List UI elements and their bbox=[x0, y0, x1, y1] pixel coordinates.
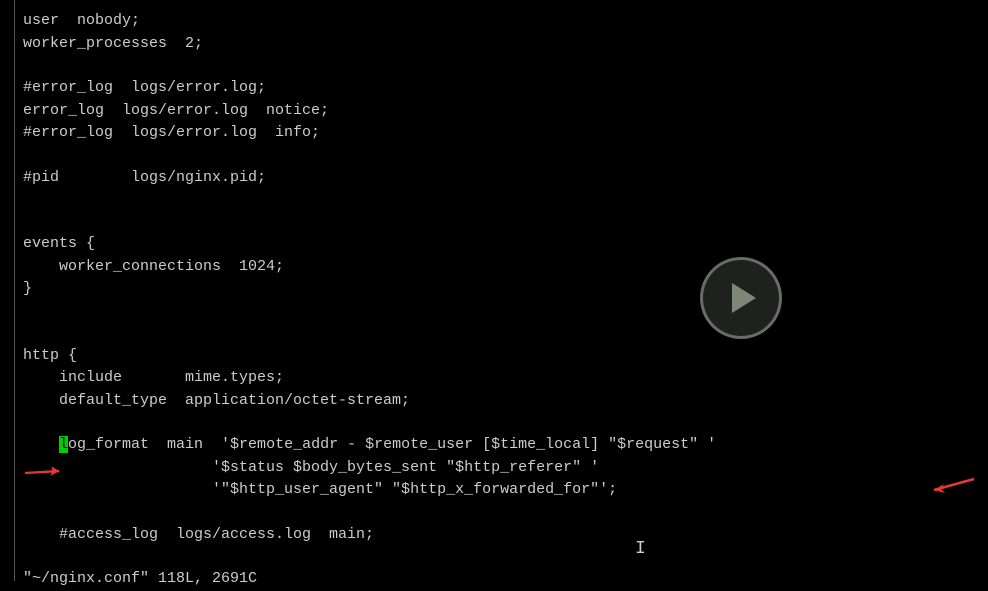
code-line: '$status $body_bytes_sent "$http_referer… bbox=[23, 457, 988, 480]
code-line: default_type application/octet-stream; bbox=[23, 390, 988, 413]
code-line bbox=[23, 301, 988, 323]
code-line: include mime.types; bbox=[23, 367, 988, 390]
status-line: "~/nginx.conf" 118L, 2691C bbox=[23, 568, 988, 591]
code-line bbox=[23, 546, 988, 568]
code-line: user nobody; bbox=[23, 10, 988, 33]
code-line: error_log logs/error.log notice; bbox=[23, 100, 988, 123]
code-line bbox=[23, 55, 988, 77]
code-line bbox=[23, 189, 988, 211]
code-line bbox=[23, 145, 988, 167]
code-line: '"$http_user_agent" "$http_x_forwarded_f… bbox=[23, 479, 988, 502]
code-line: worker_processes 2; bbox=[23, 33, 988, 56]
code-line bbox=[23, 211, 988, 233]
annotation-arrow-right bbox=[930, 477, 976, 493]
code-line: worker_connections 1024; bbox=[23, 256, 988, 279]
code-line: #error_log logs/error.log info; bbox=[23, 122, 988, 145]
code-line: } bbox=[23, 278, 988, 301]
code-line: #error_log logs/error.log; bbox=[23, 77, 988, 100]
text-cursor-icon: I bbox=[635, 536, 646, 563]
code-content: user nobody;worker_processes 2; #error_lo… bbox=[23, 10, 988, 591]
code-line: events { bbox=[23, 233, 988, 256]
terminal-editor[interactable]: user nobody;worker_processes 2; #error_lo… bbox=[14, 0, 988, 581]
code-line bbox=[23, 323, 988, 345]
annotation-arrow-left bbox=[23, 465, 61, 481]
play-icon bbox=[732, 283, 756, 313]
code-line bbox=[23, 412, 988, 434]
code-line bbox=[23, 502, 988, 524]
code-line: #pid logs/nginx.pid; bbox=[23, 167, 988, 190]
code-line: http { bbox=[23, 345, 988, 368]
editor-cursor: l bbox=[59, 436, 68, 453]
code-line: #access_log logs/access.log main; bbox=[23, 524, 988, 547]
code-line-cursor: log_format main '$remote_addr - $remote_… bbox=[23, 434, 988, 457]
play-button[interactable] bbox=[700, 257, 782, 339]
